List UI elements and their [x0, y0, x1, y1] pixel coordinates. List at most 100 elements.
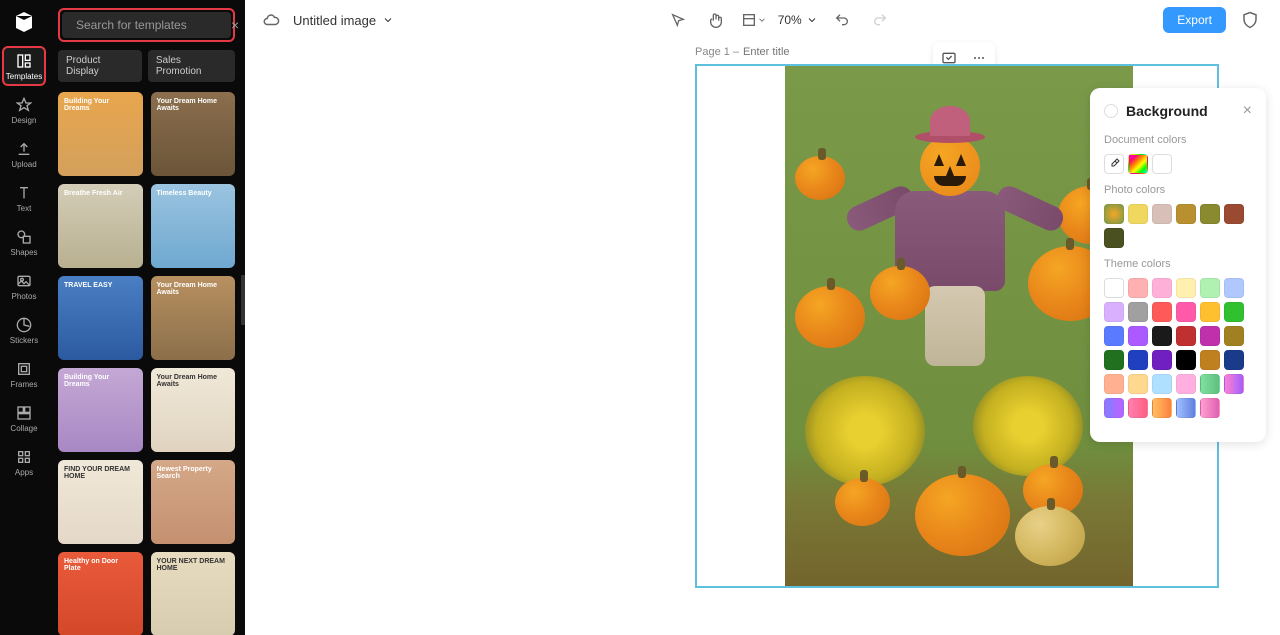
color-swatch[interactable] — [1176, 204, 1196, 224]
color-swatch[interactable] — [1152, 326, 1172, 346]
color-swatch[interactable] — [1104, 326, 1124, 346]
template-card[interactable]: TRAVEL EASY — [58, 276, 143, 360]
resize-tool[interactable] — [740, 6, 768, 34]
gradient-swatch[interactable] — [1128, 398, 1148, 418]
close-panel-button[interactable]: × — [1243, 102, 1252, 120]
color-swatch[interactable] — [1200, 302, 1220, 322]
color-swatch[interactable] — [1104, 278, 1124, 298]
color-swatch[interactable] — [1152, 302, 1172, 322]
template-card[interactable]: FIND YOUR DREAM HOME — [58, 460, 143, 544]
color-swatch[interactable] — [1128, 350, 1148, 370]
color-swatch[interactable] — [1176, 326, 1196, 346]
cursor-tool[interactable] — [664, 6, 692, 34]
color-swatch[interactable] — [1128, 374, 1148, 394]
nav-label: Stickers — [10, 336, 38, 345]
color-swatch[interactable] — [1128, 204, 1148, 224]
color-swatch[interactable] — [1224, 204, 1244, 224]
color-swatch[interactable] — [1152, 350, 1172, 370]
nav-templates[interactable]: Templates — [2, 46, 46, 86]
template-card[interactable]: Your Dream Home Awaits — [151, 276, 236, 360]
color-swatch[interactable] — [1128, 278, 1148, 298]
template-card[interactable]: Your Dream Home Awaits — [151, 92, 236, 176]
page-title-input[interactable] — [743, 46, 803, 58]
color-swatch[interactable] — [1176, 350, 1196, 370]
nav-stickers[interactable]: Stickers — [2, 310, 46, 350]
export-button[interactable]: Export — [1163, 7, 1226, 33]
nav-frames[interactable]: Frames — [2, 354, 46, 394]
canvas-area: Page 1 – — [245, 40, 1280, 635]
color-swatch[interactable] — [1152, 278, 1172, 298]
gradient-swatch[interactable] — [1104, 398, 1124, 418]
template-card[interactable]: Healthy on Door Plate — [58, 552, 143, 635]
nav-collage[interactable]: Collage — [2, 398, 46, 438]
redo-button[interactable] — [866, 6, 894, 34]
color-swatch[interactable] — [1200, 350, 1220, 370]
gradient-swatch[interactable] — [1152, 398, 1172, 418]
template-card[interactable]: Newest Property Search — [151, 460, 236, 544]
clear-search-icon[interactable]: × — [231, 17, 239, 33]
color-swatch[interactable] — [1128, 326, 1148, 346]
templates-icon — [15, 52, 33, 70]
color-swatch[interactable] — [1152, 204, 1172, 224]
template-card[interactable]: Building Your Dreams — [58, 368, 143, 452]
color-swatch[interactable] — [1224, 326, 1244, 346]
document-title[interactable]: Untitled image — [293, 13, 394, 28]
nav-upload[interactable]: Upload — [2, 134, 46, 174]
color-swatch[interactable] — [1176, 374, 1196, 394]
theme-colors-grid — [1104, 278, 1252, 418]
color-swatch[interactable] — [1176, 302, 1196, 322]
nav-label: Design — [12, 116, 37, 125]
nav-text[interactable]: Text — [2, 178, 46, 218]
background-panel: Background × Document colors Photo color… — [1090, 88, 1266, 442]
shield-icon[interactable] — [1236, 6, 1264, 34]
nav-label: Text — [17, 204, 32, 213]
chevron-down-icon — [382, 14, 394, 26]
color-swatch[interactable] — [1128, 302, 1148, 322]
color-swatch[interactable] — [1152, 374, 1172, 394]
color-swatch[interactable] — [1104, 374, 1124, 394]
color-swatch[interactable] — [1224, 350, 1244, 370]
search-box[interactable]: × — [62, 12, 231, 38]
color-swatch[interactable] — [1224, 278, 1244, 298]
hand-tool[interactable] — [702, 6, 730, 34]
gradient-swatch[interactable] — [1224, 374, 1244, 394]
color-swatch[interactable] — [1152, 154, 1172, 174]
canvas-photo[interactable] — [785, 66, 1133, 586]
nav-shapes[interactable]: Shapes — [2, 222, 46, 262]
section-label: Theme colors — [1104, 258, 1252, 270]
template-card[interactable]: YOUR NEXT DREAM HOME — [151, 552, 236, 635]
color-swatch[interactable] — [1104, 350, 1124, 370]
color-swatch[interactable] — [1104, 302, 1124, 322]
color-swatch[interactable] — [1200, 204, 1220, 224]
templates-panel: × Product Display Sales Promotion Buildi… — [48, 0, 245, 635]
cloud-icon[interactable] — [261, 10, 281, 30]
template-card[interactable]: Building Your Dreams — [58, 92, 143, 176]
template-card[interactable]: Breathe Fresh Air — [58, 184, 143, 268]
template-card[interactable]: Timeless Beauty — [151, 184, 236, 268]
color-swatch[interactable] — [1104, 228, 1124, 248]
gradient-swatch[interactable] — [1200, 374, 1220, 394]
nav-photos[interactable]: Photos — [2, 266, 46, 306]
color-swatch[interactable] — [1200, 326, 1220, 346]
zoom-control[interactable]: 70% — [778, 13, 818, 27]
photo-swatch[interactable] — [1104, 204, 1124, 224]
search-input[interactable] — [76, 18, 231, 32]
color-swatch[interactable] — [1176, 278, 1196, 298]
tag-sales-promotion[interactable]: Sales Promotion — [148, 50, 235, 82]
color-swatch[interactable] — [1224, 302, 1244, 322]
eyedropper-button[interactable] — [1104, 154, 1124, 174]
search-highlight: × — [58, 8, 235, 42]
template-card[interactable]: Your Dream Home Awaits — [151, 368, 236, 452]
gradient-swatch[interactable] — [1176, 398, 1196, 418]
nav-design[interactable]: Design — [2, 90, 46, 130]
undo-button[interactable] — [828, 6, 856, 34]
tag-product-display[interactable]: Product Display — [58, 50, 142, 82]
color-picker-button[interactable] — [1128, 154, 1148, 174]
frames-icon — [15, 360, 33, 378]
nav-apps[interactable]: Apps — [2, 442, 46, 482]
gradient-swatch[interactable] — [1200, 398, 1220, 418]
app-logo[interactable] — [10, 8, 38, 36]
template-grid: Building Your Dreams Your Dream Home Awa… — [58, 92, 235, 635]
color-swatch[interactable] — [1200, 278, 1220, 298]
template-tags: Product Display Sales Promotion — [58, 50, 235, 82]
